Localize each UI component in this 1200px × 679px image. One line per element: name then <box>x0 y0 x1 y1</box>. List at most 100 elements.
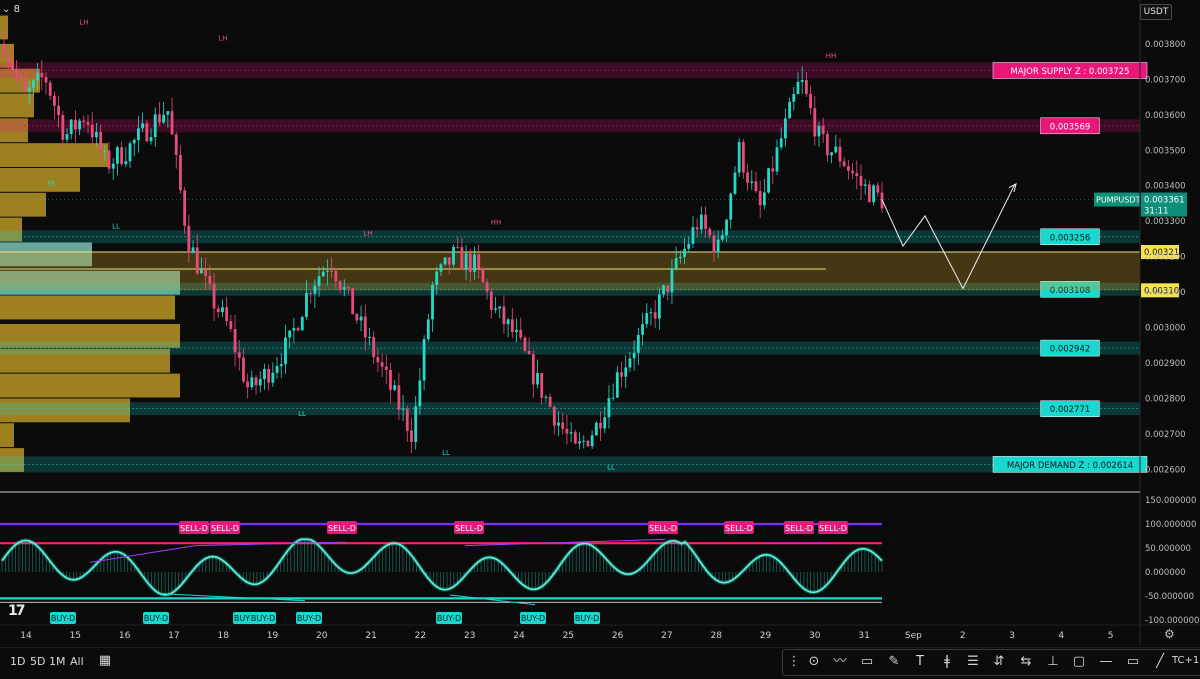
pen-icon[interactable]: ✎ <box>884 652 904 672</box>
trend-path-icon[interactable]: 〰 <box>830 652 850 672</box>
candle-body <box>653 312 657 319</box>
candle-body <box>666 285 670 293</box>
indicator-toggle[interactable]: ⌄ 8 <box>2 4 20 15</box>
candle-body <box>153 114 157 138</box>
candle-body <box>141 123 145 129</box>
candle-body <box>2 43 6 57</box>
candle-body <box>523 337 527 351</box>
price-chart[interactable]: MAJOR SUPPLY Z : 0.003725 0.003569 0.00325… <box>0 0 1200 675</box>
price-range-icon[interactable]: ⇵ <box>989 652 1009 672</box>
date-tick-label: 28 <box>710 631 722 641</box>
candle-body <box>557 422 560 426</box>
swing-label: HL <box>47 180 56 188</box>
candle-body <box>582 440 586 442</box>
date-tick-label: 20 <box>316 631 328 641</box>
currency-selector[interactable]: USDT <box>1140 4 1172 20</box>
candle-body <box>372 337 376 358</box>
price-tick-label: 0.003800 <box>1145 40 1186 50</box>
candle-body <box>817 125 821 137</box>
candle-body <box>729 193 733 220</box>
comment-icon[interactable]: ▭ <box>1123 652 1143 672</box>
timeframe-1m[interactable]: 1M <box>49 655 66 668</box>
fib-icon[interactable]: ☰ <box>963 652 983 672</box>
zone-label: 0.003256 <box>1050 233 1091 243</box>
date-axis: 14 15 16 17 18 19 20 21 22 23 24 25 26 27 28 29 30 31 Sep 2… <box>0 624 1200 641</box>
candle-body <box>368 337 371 339</box>
candle-body <box>380 362 384 367</box>
candle-body <box>708 228 712 236</box>
gear-icon[interactable]: ⚙ <box>1164 627 1175 641</box>
sell-label: SELL-D <box>649 524 677 533</box>
candle-body <box>573 432 577 444</box>
candle-body <box>809 93 812 109</box>
volume-profile-bar <box>0 143 108 167</box>
date-range-icon[interactable]: ⇆ <box>1016 652 1036 672</box>
candle-body <box>473 254 476 272</box>
candle-body <box>326 270 329 272</box>
text-icon[interactable]: T <box>910 652 930 672</box>
date-tick-label: 16 <box>119 631 131 641</box>
timeframe-all[interactable]: All <box>70 655 84 668</box>
candle-body <box>674 258 678 269</box>
buy-label: BUY-D <box>144 614 168 623</box>
candle-body <box>397 385 401 410</box>
crosshair-icon[interactable]: ⊙ <box>804 652 824 672</box>
candle-body <box>741 142 745 173</box>
candle-body <box>796 81 800 94</box>
buy-label: BUY-D <box>251 614 275 623</box>
candle-body <box>775 147 779 172</box>
candle-body <box>649 312 653 314</box>
candle-body <box>305 292 308 317</box>
timeframe-5d[interactable]: 5D <box>30 655 45 668</box>
vertical-line-icon[interactable]: ǂ <box>937 652 957 672</box>
oscillator-panel: 150.000000 100.000000 50.000000 0.000000 -50… <box>0 496 1199 626</box>
timezone-label[interactable]: TC+1 <box>1172 655 1199 666</box>
line-tool-icon[interactable]: ╱ <box>1150 652 1170 672</box>
candle-body <box>422 339 426 381</box>
swing-label: LL <box>607 463 615 471</box>
date-tick-label: 22 <box>415 631 426 641</box>
candle-body <box>120 147 124 165</box>
measure-icon[interactable]: ⊥ <box>1043 652 1063 672</box>
candle-body <box>237 352 241 358</box>
candle-body <box>284 337 287 365</box>
candle-body <box>246 381 250 388</box>
candle-body <box>431 284 434 320</box>
candle-body <box>95 131 98 138</box>
candle-body <box>233 328 237 353</box>
swing-label: LH <box>218 34 227 42</box>
candle-body <box>19 75 23 80</box>
candle-body <box>657 294 661 319</box>
timeframe-1d[interactable]: 1D <box>10 655 25 668</box>
candle-body <box>800 80 804 82</box>
candle-body <box>183 190 187 226</box>
candle-body <box>632 352 636 359</box>
candle-body <box>212 283 216 309</box>
candle-body <box>23 79 27 92</box>
rectangle-icon[interactable]: ▢ <box>1069 652 1089 672</box>
candle-body <box>384 366 388 371</box>
calendar-icon[interactable]: ▦ <box>95 651 115 671</box>
candle-body <box>107 150 111 169</box>
price-tag-value: 0.003361 <box>1144 196 1185 206</box>
candle-body <box>99 131 103 151</box>
candle-body <box>565 428 569 434</box>
callout-icon[interactable]: ▭ <box>857 652 877 672</box>
candle-body <box>116 147 119 164</box>
candle-body <box>821 125 825 135</box>
candle-body <box>628 358 632 368</box>
ruler-icon[interactable]: — <box>1096 652 1116 672</box>
candle-body <box>275 366 279 373</box>
candle-body <box>179 154 182 191</box>
volume-profile-bar <box>0 295 175 320</box>
symbol-name: PUMPUSDT <box>1096 196 1141 205</box>
candle-body <box>771 168 775 172</box>
candle-body <box>426 319 430 340</box>
candle-body <box>624 367 628 377</box>
date-tick-label: 27 <box>661 631 672 641</box>
sell-label: SELL-D <box>819 524 847 533</box>
price-tick-label: 0.002600 <box>1145 465 1186 475</box>
divergence-line <box>159 593 306 602</box>
candle-body <box>720 235 724 240</box>
layers-icon[interactable]: ⋮ <box>784 652 804 672</box>
